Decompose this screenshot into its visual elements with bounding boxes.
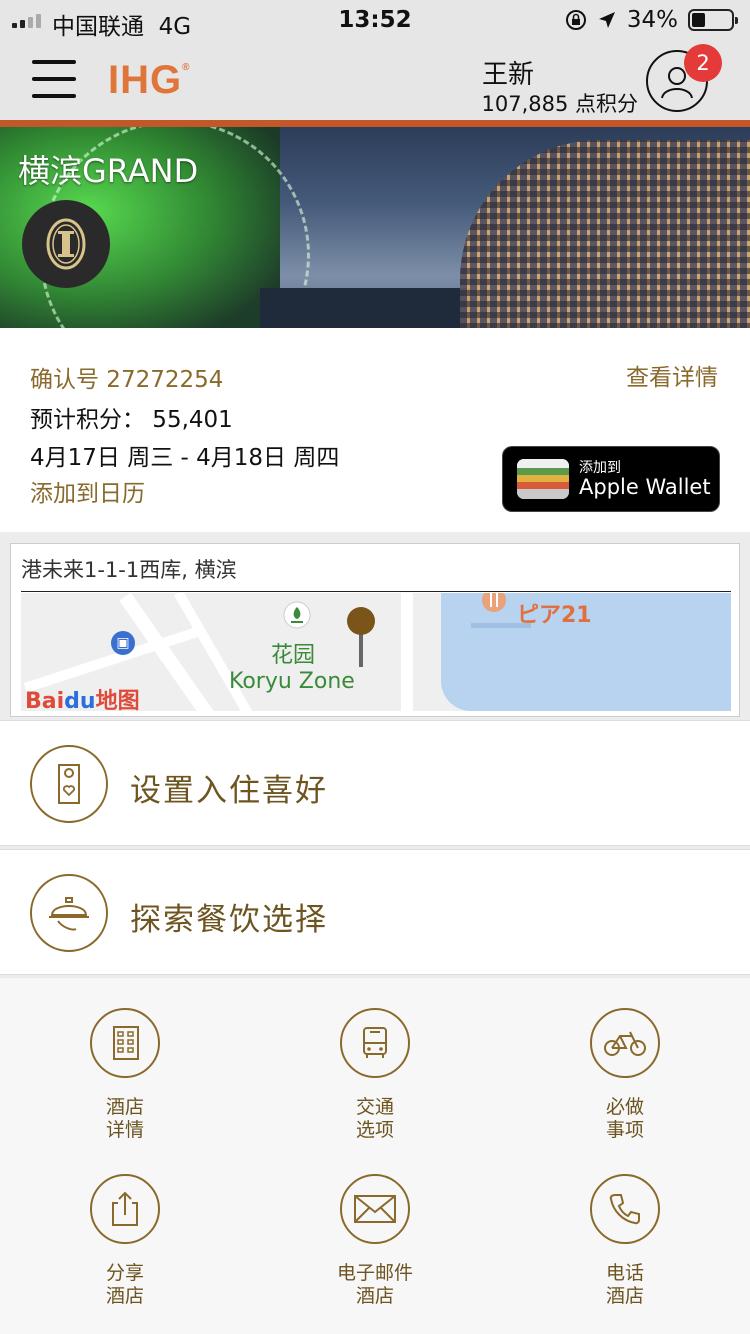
bus-icon (340, 1008, 410, 1078)
building-icon (90, 1008, 160, 1078)
menu-button[interactable] (32, 60, 76, 102)
map-pin-stem (359, 633, 363, 667)
transport-options-button[interactable]: 交通 选项 (300, 1008, 450, 1142)
bus-stop-icon: ▣ (111, 631, 135, 655)
share-icon (90, 1174, 160, 1244)
reservation-card: 确认号 27272254 查看详情 预计积分： 55,401 4月17日 周三 … (0, 328, 750, 532)
hero-skyline (260, 288, 470, 328)
things-to-do-label: 必做 事项 (605, 1096, 644, 1141)
call-hotel-label: 电话 酒店 (605, 1262, 644, 1307)
view-details-link[interactable]: 查看详情 (626, 358, 718, 392)
user-name: 王新 (481, 60, 534, 90)
status-bar: 中国联通 4G 13:52 34% (0, 0, 750, 40)
share-hotel-button[interactable]: 分享 酒店 (50, 1174, 200, 1308)
wallet-small-label: 添加到 (579, 460, 621, 476)
quick-actions-grid: 酒店 详情 交通 选项 必做 事项 分享 酒店 电子邮件 酒店 电话 酒店 (0, 978, 750, 1334)
intercontinental-logo-icon (46, 218, 86, 270)
phone-icon (590, 1174, 660, 1244)
add-to-calendar-link[interactable]: 添加到日历 (30, 474, 145, 508)
bicycle-icon (590, 1008, 660, 1078)
envelope-icon (340, 1174, 410, 1244)
address-divider (21, 591, 731, 592)
battery-icon (688, 9, 738, 31)
email-hotel-button[interactable]: 电子邮件 酒店 (300, 1174, 450, 1308)
wallet-icon (517, 459, 569, 499)
confirmation-number: 确认号 27272254 (30, 367, 224, 393)
park-icon (283, 601, 311, 629)
map-road (401, 593, 413, 711)
map-label-park: 花园 (271, 643, 316, 668)
map-view[interactable]: ピア21 花园 Koryu Zone ▣ Baidu地图 (21, 593, 731, 711)
points-balance: 107,885 点积分 (481, 92, 638, 116)
email-hotel-label: 电子邮件 酒店 (336, 1262, 413, 1307)
wallet-big-label: Apple Wallet (579, 475, 711, 499)
hotel-building-floors (460, 140, 750, 328)
stay-dates: 4月17日 周三 - 4月18日 周四 (30, 445, 340, 471)
estimated-points: 预计积分： 55,401 (30, 407, 233, 433)
explore-dining-button[interactable]: 探索餐饮选择 (0, 849, 750, 975)
things-to-do-button[interactable]: 必做 事项 (550, 1008, 700, 1142)
ihg-logo[interactable]: IHG® (108, 58, 191, 103)
hotel-details-button[interactable]: 酒店 详情 (50, 1008, 200, 1142)
map-label-koryu-zone: Koryu Zone (229, 669, 355, 694)
location-arrow-icon (598, 12, 615, 28)
hotel-name: 横滨GRAND (18, 152, 199, 190)
hotel-hero-image: 横滨GRAND (0, 120, 750, 328)
restaurant-icon (482, 593, 506, 612)
share-hotel-label: 分享 酒店 (105, 1262, 144, 1307)
baidu-map-logo: Baidu地图 (25, 689, 140, 711)
add-to-apple-wallet-button[interactable]: 添加到 Apple Wallet (502, 446, 720, 512)
hotel-details-label: 酒店 详情 (105, 1096, 144, 1141)
door-hanger-icon (30, 745, 108, 823)
location-card[interactable]: 港未来1-1-1西库, 横滨 ピア21 花园 Koryu Zone ▣ Baid… (10, 543, 740, 717)
hotel-map-pin-icon[interactable] (347, 607, 375, 635)
set-stay-preferences-button[interactable]: 设置入住喜好 (0, 720, 750, 846)
hero-accent-line (0, 120, 750, 127)
food-cloche-icon (30, 874, 108, 952)
call-hotel-button[interactable]: 电话 酒店 (550, 1174, 700, 1308)
stay-preferences-label: 设置入住喜好 (130, 773, 328, 809)
dining-options-label: 探索餐饮选择 (130, 902, 328, 938)
status-right: 34% (565, 7, 738, 33)
rotation-lock-icon (565, 10, 586, 30)
transport-options-label: 交通 选项 (355, 1096, 394, 1141)
map-label-pier21: ピア21 (517, 603, 592, 628)
notification-badge[interactable]: 2 (684, 44, 722, 82)
battery-percent: 34% (626, 7, 678, 33)
hotel-address: 港未来1-1-1西库, 横滨 (21, 558, 237, 582)
app-header: IHG® 王新 107,885 点积分 2 (0, 40, 750, 120)
intercontinental-logo (22, 200, 110, 288)
